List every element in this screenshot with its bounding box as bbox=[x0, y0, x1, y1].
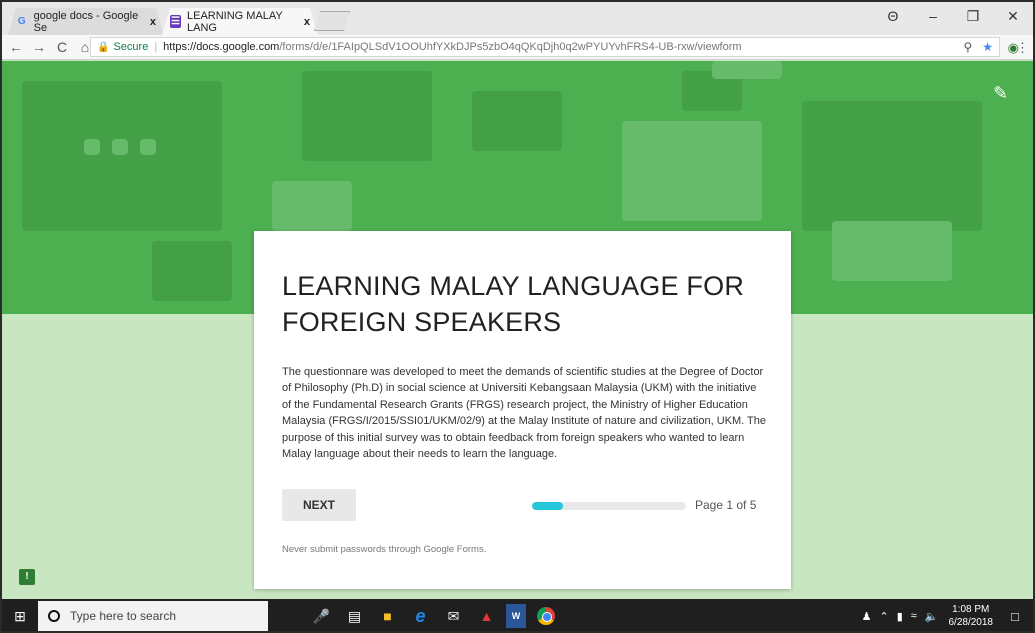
windows-start-icon[interactable]: ⊞ bbox=[2, 608, 38, 625]
page-indicator: Page 1 of 5 bbox=[695, 498, 757, 512]
notifications-icon[interactable]: □ bbox=[1011, 609, 1033, 624]
form-description: The questionnare was developed to meet t… bbox=[282, 366, 767, 461]
menu-icon[interactable]: ⋮ bbox=[1016, 40, 1029, 56]
tab-close-icon[interactable]: x bbox=[150, 16, 156, 28]
chrome-icon[interactable] bbox=[532, 604, 559, 628]
form-page: ✎ LEARNING MALAY LANGUAGE FOR FOREIGN SP… bbox=[2, 61, 1033, 599]
battery-icon[interactable]: ▮ bbox=[897, 610, 903, 623]
form-card: LEARNING MALAY LANGUAGE FOR FOREIGN SPEA… bbox=[254, 231, 791, 589]
tab-strip: G google docs - Google Se x ☰ LEARNING M… bbox=[2, 2, 1033, 35]
banner-chat-bubble bbox=[832, 221, 952, 281]
banner-chat-bubble bbox=[272, 181, 352, 231]
banner-dot bbox=[84, 139, 100, 155]
lock-icon: 🔒 bbox=[97, 41, 110, 53]
clock-time: 1:08 PM bbox=[952, 604, 990, 615]
clock-date: 6/28/2018 bbox=[948, 617, 994, 628]
banner-chat-bubble bbox=[152, 241, 232, 301]
omnibox-actions: ⚲ ★ bbox=[963, 40, 993, 54]
banner-dot bbox=[112, 139, 128, 155]
window-controls: Θ – ❐ ✕ bbox=[873, 2, 1033, 30]
url-host: https://docs.google.com bbox=[163, 41, 280, 53]
restore-button[interactable]: ❐ bbox=[953, 8, 993, 25]
microphone-icon[interactable]: 🎤 bbox=[308, 604, 335, 628]
tab-close-icon[interactable]: x bbox=[304, 16, 310, 28]
progress-fill bbox=[532, 502, 563, 510]
url-path: /forms/d/e/1FAIpQLSdV1OOUhfYXkDJPs5zbO4q… bbox=[279, 41, 742, 53]
tab-label: google docs - Google Se bbox=[33, 9, 139, 34]
system-tray: ♟ ⌃ ▮ ≈ 🔈 1:08 PM 6/28/2018 □ bbox=[854, 599, 1033, 631]
volume-icon[interactable]: 🔈 bbox=[925, 610, 939, 623]
taskbar-search[interactable]: Type here to search bbox=[38, 601, 268, 631]
forward-button[interactable]: → bbox=[30, 39, 48, 55]
tab-label: LEARNING MALAY LANG bbox=[187, 9, 283, 34]
file-explorer-icon[interactable]: ■ bbox=[374, 604, 401, 628]
banner-chat-bubble bbox=[802, 101, 982, 231]
address-separator: | bbox=[154, 41, 158, 53]
edit-pencil-icon[interactable]: ✎ bbox=[993, 83, 1011, 103]
next-button[interactable]: NEXT bbox=[282, 489, 356, 521]
screen: G google docs - Google Se x ☰ LEARNING M… bbox=[0, 0, 1035, 633]
mail-icon[interactable]: ✉ bbox=[440, 604, 467, 628]
banner-chat-bubble bbox=[302, 71, 432, 161]
banner-chat-bubble bbox=[622, 121, 762, 221]
banner-chat-bubble bbox=[712, 61, 782, 79]
cortana-icon bbox=[48, 610, 60, 622]
form-title: LEARNING MALAY LANGUAGE FOR FOREIGN SPEA… bbox=[282, 271, 745, 337]
tab-google-search[interactable]: G google docs - Google Se x bbox=[8, 8, 164, 35]
wifi-icon[interactable]: ≈ bbox=[911, 610, 917, 622]
internet-explorer-icon[interactable]: e bbox=[407, 604, 434, 628]
forms-favicon-icon: ☰ bbox=[170, 15, 181, 28]
tray-expand-icon[interactable]: ⌃ bbox=[879, 610, 888, 623]
word-icon[interactable]: W bbox=[506, 604, 526, 628]
progress-bar bbox=[532, 502, 686, 510]
minimize-button[interactable]: – bbox=[913, 8, 953, 24]
close-window-button[interactable]: ✕ bbox=[993, 8, 1033, 25]
new-tab-button[interactable] bbox=[314, 11, 350, 31]
banner-chat-bubble bbox=[22, 81, 222, 231]
clock[interactable]: 1:08 PM 6/28/2018 bbox=[949, 603, 994, 629]
address-bar[interactable]: 🔒 Secure | https://docs.google.com/forms… bbox=[90, 37, 1000, 57]
banner-chat-bubble bbox=[472, 91, 562, 151]
task-view-icon[interactable]: ▤ bbox=[341, 604, 368, 628]
browser-toolbar: ← → C ⌂ 🔒 Secure | https://docs.google.c… bbox=[2, 35, 1033, 60]
tab-form[interactable]: ☰ LEARNING MALAY LANG x bbox=[162, 8, 318, 35]
acrobat-icon[interactable]: ▲ bbox=[473, 604, 500, 628]
back-button[interactable]: ← bbox=[7, 39, 25, 55]
search-placeholder: Type here to search bbox=[70, 609, 177, 623]
bookmark-star-icon[interactable]: ★ bbox=[982, 40, 993, 54]
google-favicon-icon: G bbox=[17, 16, 26, 27]
windows-taskbar: ⊞ Type here to search 🎤 ▤ ■ e ✉ ▲ W ♟ ⌃ … bbox=[2, 599, 1033, 631]
secure-label: Secure bbox=[113, 41, 149, 53]
zoom-icon[interactable]: ⚲ bbox=[963, 40, 972, 54]
profile-icon[interactable]: Θ bbox=[873, 8, 913, 24]
people-icon[interactable]: ♟ bbox=[862, 610, 872, 623]
report-feedback-icon[interactable]: ! bbox=[19, 569, 35, 585]
reload-button[interactable]: C bbox=[53, 39, 71, 55]
password-warning: Never submit passwords through Google Fo… bbox=[282, 544, 487, 555]
banner-dot bbox=[140, 139, 156, 155]
